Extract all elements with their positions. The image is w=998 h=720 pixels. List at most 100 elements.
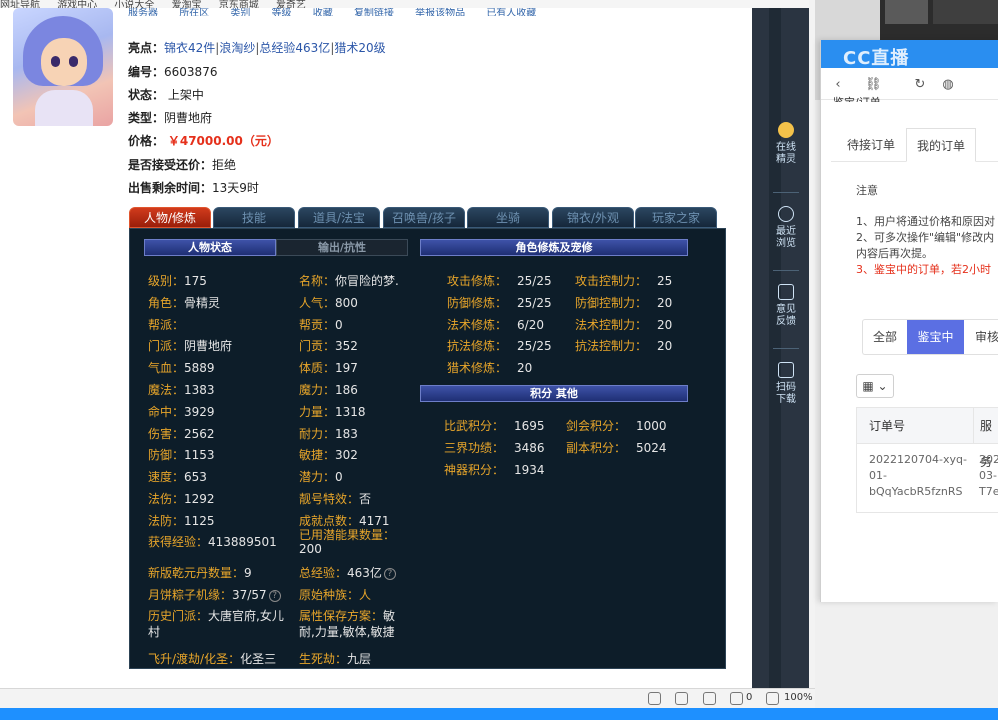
page-scrollbar[interactable] xyxy=(809,0,815,688)
qiankun-row: 新版乾元丹数量：9 xyxy=(148,564,252,581)
browser-status-bar: 0 100% xyxy=(0,688,815,708)
history-value: 大唐官府,女儿 xyxy=(208,609,284,623)
score-row-label: 神器积分： xyxy=(444,462,505,477)
type-label: 类型： xyxy=(128,111,165,125)
tab-items[interactable]: 道具/法宝 xyxy=(298,207,380,228)
refresh-icon[interactable]: ↻ xyxy=(913,78,927,92)
attribute-row: 人气：800 xyxy=(299,294,358,311)
stat-row-value: 1153 xyxy=(184,448,215,463)
rail-feedback[interactable]: 意见 反馈 xyxy=(770,284,802,328)
os-taskbar xyxy=(0,708,998,720)
meta-level: 等级 xyxy=(271,8,292,16)
meta-favorite[interactable]: 收藏 xyxy=(313,8,333,16)
rail-recent[interactable]: 最近 浏览 xyxy=(770,206,802,250)
subtab-output[interactable]: 输出/抗性 xyxy=(276,239,408,256)
score-row-label: 剑会积分： xyxy=(566,419,627,433)
id-value: 6603876 xyxy=(164,65,218,79)
attribute-row-label: 名称： xyxy=(299,274,336,288)
tab-summons[interactable]: 召唤兽/孩子 xyxy=(383,207,465,228)
control-row: 法术控制力： 20 xyxy=(575,316,672,333)
filter-review[interactable]: 审核 xyxy=(967,320,998,354)
link-icon[interactable]: ⛓ xyxy=(865,78,882,92)
filter-appraising[interactable]: 鉴宝中 xyxy=(907,320,964,354)
attribute-row: 帮贡：0 xyxy=(299,316,343,333)
rail-online-sprite[interactable]: 在线 精灵 xyxy=(770,122,802,166)
life-row: 生死劫：九层 xyxy=(299,650,371,667)
subtab-status[interactable]: 人物状态 xyxy=(144,239,276,256)
attribute-row: 敏捷：302 xyxy=(299,446,358,463)
stat-row: 法防：1125 xyxy=(148,512,215,529)
cultivation-row: 法术修炼： 6/20 xyxy=(447,316,544,333)
shield-icon[interactable] xyxy=(648,692,661,705)
attribute-row-value: 1318 xyxy=(335,404,366,419)
stat-row: 命中：3929 xyxy=(148,403,215,420)
stat-row: 魔法：1383 xyxy=(148,381,215,398)
notice-line-warning: 3、鉴宝中的订单，若2小时 xyxy=(856,263,991,276)
highlight-link[interactable]: 猎术20级 xyxy=(334,41,385,55)
attribute-row-label: 人气： xyxy=(299,295,336,310)
potential-value-row: 200 xyxy=(299,542,322,556)
stat-row-value: 2562 xyxy=(184,426,215,441)
tab-pending-orders[interactable]: 待接订单 xyxy=(837,128,905,162)
stat-row-value: 3929 xyxy=(184,404,215,419)
tab-mounts[interactable]: 坐骑 xyxy=(467,207,549,228)
filter-all[interactable]: 全部 xyxy=(863,320,907,354)
cultivation-row-value: 25/25 xyxy=(517,295,552,310)
download-icon[interactable] xyxy=(703,692,716,705)
counter-icon[interactable] xyxy=(730,692,743,705)
header-order-no: 订单号 xyxy=(857,408,973,444)
copy-link[interactable]: 复制链接 xyxy=(354,8,394,16)
remaining-value: 13天9时 xyxy=(212,181,259,195)
attribute-row-label: 敏捷： xyxy=(299,448,336,463)
main-page: 服务器 所在区 类别 等级 收藏 复制链接 举报该物品 已有人收藏 亮点：锦衣4… xyxy=(0,8,815,688)
qiankun-value: 9 xyxy=(244,566,252,580)
exp-label: 获得经验： xyxy=(148,535,209,549)
bookmark-item[interactable]: 爱淘宝 xyxy=(172,0,202,8)
cultivation-row-value: 25/25 xyxy=(517,339,552,354)
report-item[interactable]: 举报该物品 xyxy=(415,8,465,16)
attribute-row-value: 183 xyxy=(335,426,358,441)
bookmark-item[interactable]: 京东商城 xyxy=(219,0,259,8)
stat-row: 级别：175 xyxy=(148,272,207,289)
bookmark-item[interactable]: 爱奇艺 xyxy=(276,0,306,8)
bookmark-item[interactable]: 游戏中心 xyxy=(57,0,97,8)
stat-row: 速度：653 xyxy=(148,468,207,485)
rail-scan-download[interactable]: 扫码 下载 xyxy=(770,362,802,406)
highlight-link[interactable]: 总经验463亿 xyxy=(259,41,330,55)
meta-region: 所在区 xyxy=(179,8,210,16)
sprite-icon xyxy=(778,122,794,138)
price-line: 价格： ￥47000.00（元） xyxy=(128,132,279,149)
globe-icon[interactable]: ◍ xyxy=(941,78,955,92)
help-icon[interactable]: ? xyxy=(268,589,281,602)
tab-home[interactable]: 玩家之家 xyxy=(635,207,717,228)
highlight-link[interactable]: 锦衣42件 xyxy=(164,41,215,55)
control-row: 抗法控制力： 20 xyxy=(575,337,672,354)
column-settings-button[interactable]: ▦ ⌄ xyxy=(856,374,894,398)
attribute-row-label: 靓号特效： xyxy=(299,492,360,506)
meta-server: 服务器 xyxy=(128,8,158,16)
tab-outfits[interactable]: 锦衣/外观 xyxy=(552,207,634,228)
tab-my-orders[interactable]: 我的订单 xyxy=(906,128,977,162)
tab-character[interactable]: 人物/修炼 xyxy=(129,207,211,228)
notice-box: 注意 1、用户将通过价格和原因对 2、可多次操作"编辑"修改内 内容后再次提。 … xyxy=(856,183,998,278)
stat-row-value: 653 xyxy=(184,470,207,485)
stat-row: 法伤：1292 xyxy=(148,490,215,507)
bookmark-item[interactable]: 网址导航 xyxy=(0,0,40,8)
score-row-label: 三界功绩： xyxy=(444,440,505,455)
exp-row: 获得经验：413889501 xyxy=(148,533,277,550)
attribute-row-value: 302 xyxy=(335,448,358,463)
cultivation-row-value: 25/25 xyxy=(517,274,552,288)
potential-value: 200 xyxy=(299,542,322,556)
tab-skills[interactable]: 技能 xyxy=(213,207,295,228)
cultivation-row-label: 猎术修炼： xyxy=(447,361,508,376)
stat-row-label: 角色： xyxy=(148,295,185,310)
order-number-cell[interactable]: 2022120704-xyq- 01- bQqYacbR5fznRS xyxy=(869,452,967,500)
speaker-icon[interactable] xyxy=(675,692,688,705)
zoom-icon[interactable] xyxy=(766,692,779,705)
help-icon[interactable]: ? xyxy=(383,567,396,580)
cultivation-row-label: 攻击修炼： xyxy=(447,274,508,288)
zoom-level[interactable]: 100% xyxy=(784,692,813,703)
back-icon[interactable]: ‹ xyxy=(831,78,845,92)
bookmark-item[interactable]: 小说大全 xyxy=(114,0,154,8)
highlight-link[interactable]: 浪淘纱 xyxy=(219,41,255,55)
